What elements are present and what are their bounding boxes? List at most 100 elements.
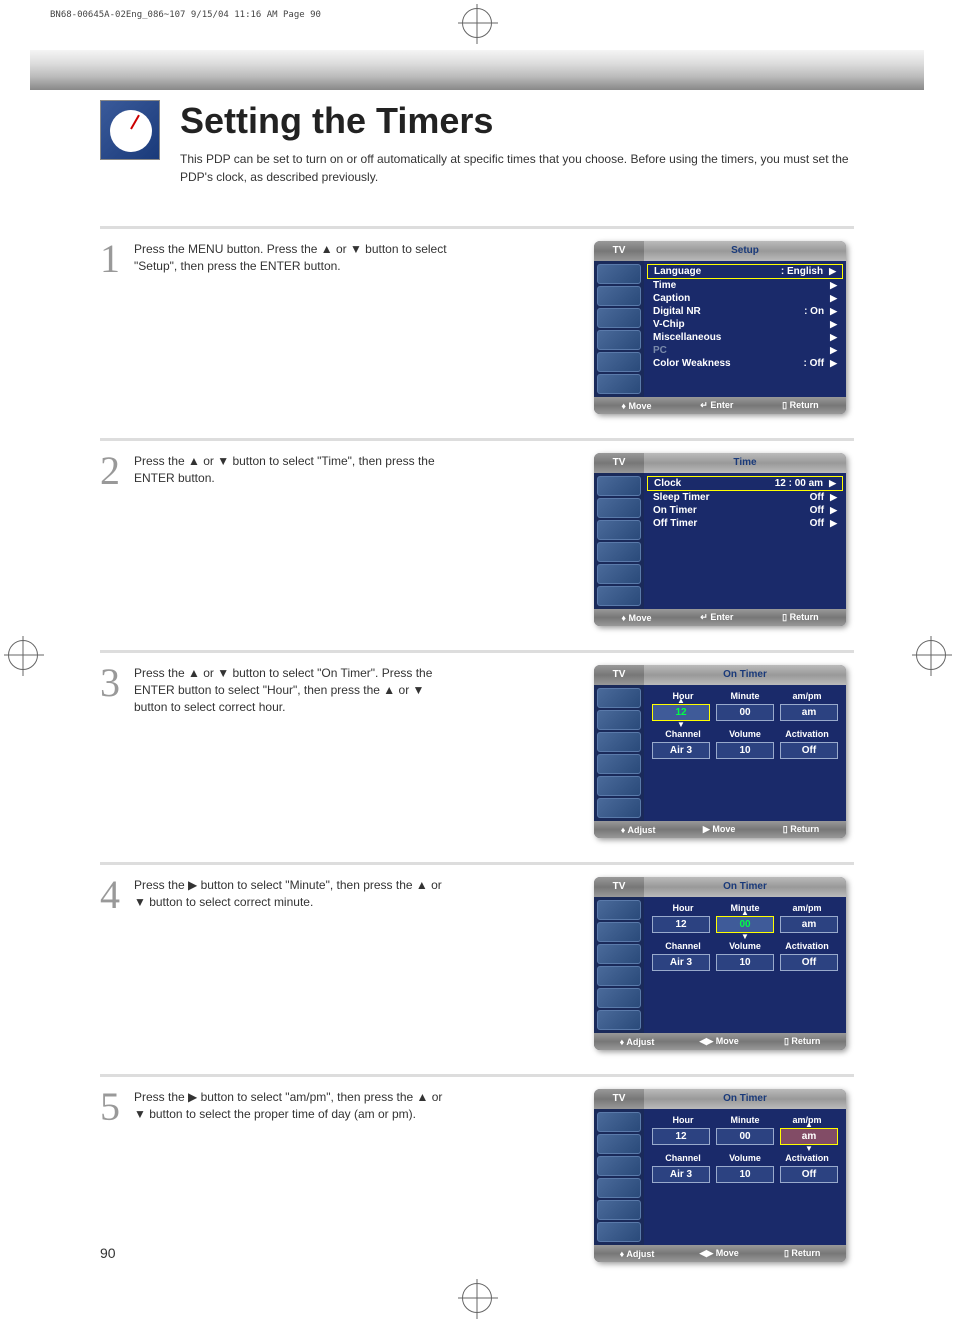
timer-value-box[interactable]: Air 3 xyxy=(652,954,710,971)
step-number: 2 xyxy=(100,453,128,626)
timer-value-box[interactable]: 12 xyxy=(652,1128,710,1145)
footer-return: ▯ Return xyxy=(782,400,818,411)
timer-value-box[interactable]: Air 3 xyxy=(652,742,710,759)
osd-title: On Timer xyxy=(644,1089,846,1109)
timer-labels-row: ChannelVolumeActivation xyxy=(652,941,838,951)
osd-panel: TVOn Timer HourMinuteam/pm 1200am▲▼ Chan… xyxy=(594,1089,846,1262)
osd-tab: TV xyxy=(594,453,644,473)
step-row: 1 Press the MENU button. Press the ▲ or … xyxy=(100,226,854,414)
timer-value-box[interactable]: Off xyxy=(780,954,838,971)
category-icon xyxy=(597,944,641,964)
category-icon xyxy=(597,688,641,708)
category-icon xyxy=(597,586,641,606)
menu-value: 12 : 00 am xyxy=(775,478,823,489)
caret-down-icon: ▼ xyxy=(677,720,685,729)
footer-move: ♦ Move xyxy=(621,612,651,623)
osd-title: Time xyxy=(644,453,846,473)
category-icon xyxy=(597,732,641,752)
timer-label: Minute xyxy=(714,1115,776,1125)
step-text: Press the ▲ or ▼ button to select "Time"… xyxy=(134,453,454,626)
timer-value-box[interactable]: am xyxy=(780,704,838,721)
caret-up-icon: ▲ xyxy=(805,1120,813,1129)
category-icon xyxy=(597,1222,641,1242)
menu-label: V-Chip xyxy=(653,319,685,330)
timer-value-box[interactable]: am xyxy=(780,1128,838,1145)
page-number: 90 xyxy=(100,1245,116,1261)
osd-footer: ♦ Adjust ◀▶ Move ▯ Return xyxy=(594,1033,846,1050)
timer-value-box[interactable]: 12 xyxy=(652,704,710,721)
caret-up-icon: ▲ xyxy=(677,696,685,705)
timer-label: Channel xyxy=(652,1153,714,1163)
step-screenshot: TVOn Timer HourMinuteam/pm 1200▲▼am Chan… xyxy=(594,877,854,1050)
page-title: Setting the Timers xyxy=(180,100,854,142)
timer-label: Activation xyxy=(776,1153,838,1163)
osd-sidebar xyxy=(594,473,644,609)
menu-label: Clock xyxy=(654,478,681,489)
step-text: Press the ▲ or ▼ button to select "On Ti… xyxy=(134,665,454,838)
footer-return: ▯ Return xyxy=(782,612,818,623)
clock-icon xyxy=(100,100,160,160)
timer-value-box[interactable]: 00 xyxy=(716,916,774,933)
menu-row[interactable]: Off TimerOff▶ xyxy=(647,517,843,530)
category-icon xyxy=(597,374,641,394)
category-icon xyxy=(597,1112,641,1132)
menu-row[interactable]: Digital NR: On▶ xyxy=(647,305,843,318)
menu-row[interactable]: Time▶ xyxy=(647,279,843,292)
timer-value-box[interactable]: 10 xyxy=(716,1166,774,1183)
step-row: 5 Press the ▶ button to select "am/pm", … xyxy=(100,1074,854,1262)
timer-value-box[interactable]: am xyxy=(780,916,838,933)
timer-value-box[interactable]: Off xyxy=(780,742,838,759)
osd-main: Clock12 : 00 am▶Sleep TimerOff▶On TimerO… xyxy=(644,473,846,609)
menu-label: PC xyxy=(653,345,667,356)
category-icon xyxy=(597,798,641,818)
timer-value-box[interactable]: Air 3 xyxy=(652,1166,710,1183)
category-icon xyxy=(597,1178,641,1198)
category-icon xyxy=(597,542,641,562)
footer-move: ◀▶ Move xyxy=(699,1248,738,1259)
menu-label: Sleep Timer xyxy=(653,492,710,503)
timer-value-box[interactable]: 00 xyxy=(716,704,774,721)
menu-row[interactable]: Color Weakness: Off▶ xyxy=(647,357,843,370)
menu-label: Time xyxy=(653,280,676,291)
menu-row[interactable]: Sleep TimerOff▶ xyxy=(647,491,843,504)
menu-row[interactable]: V-Chip▶ xyxy=(647,318,843,331)
menu-row[interactable]: Miscellaneous▶ xyxy=(647,331,843,344)
osd-title: Setup xyxy=(644,241,846,261)
timer-value-box[interactable]: 10 xyxy=(716,954,774,971)
timer-value-box[interactable]: 12 xyxy=(652,916,710,933)
osd-title: On Timer xyxy=(644,665,846,685)
timer-value-box[interactable]: 00 xyxy=(716,1128,774,1145)
category-icon xyxy=(597,1200,641,1220)
menu-row[interactable]: PC▶ xyxy=(647,344,843,357)
step-row: 2 Press the ▲ or ▼ button to select "Tim… xyxy=(100,438,854,626)
timer-value-box[interactable]: 10 xyxy=(716,742,774,759)
menu-row[interactable]: Clock12 : 00 am▶ xyxy=(647,476,843,491)
caret-up-icon: ▲ xyxy=(741,908,749,917)
menu-row[interactable]: On TimerOff▶ xyxy=(647,504,843,517)
menu-row[interactable]: Language : English ▶ xyxy=(647,264,843,279)
chevron-right-icon: ▶ xyxy=(829,266,836,277)
timer-labels-row: ChannelVolumeActivation xyxy=(652,729,838,739)
category-icon xyxy=(597,352,641,372)
osd-panel: TVTime Clock12 : 00 am▶Sleep TimerOff▶On… xyxy=(594,453,846,626)
osd-panel: TVOn Timer HourMinuteam/pm 1200▲▼am Chan… xyxy=(594,877,846,1050)
menu-value: Off xyxy=(810,492,824,503)
step-row: 4 Press the ▶ button to select "Minute",… xyxy=(100,862,854,1050)
osd-sidebar xyxy=(594,261,644,397)
category-icon xyxy=(597,1156,641,1176)
osd-main: Language: English▶Time▶Caption▶Digital N… xyxy=(644,261,846,397)
category-icon xyxy=(597,988,641,1008)
caret-down-icon: ▼ xyxy=(741,932,749,941)
step-number: 4 xyxy=(100,877,128,1050)
registration-mark xyxy=(462,8,492,38)
category-icon xyxy=(597,476,641,496)
timer-value-box[interactable]: Off xyxy=(780,1166,838,1183)
osd-footer: ♦ Adjust ◀▶ Move ▯ Return xyxy=(594,1245,846,1262)
osd-sidebar xyxy=(594,1109,644,1245)
chevron-right-icon: ▶ xyxy=(830,358,837,369)
menu-value: : English xyxy=(781,266,823,277)
osd-panel: TVSetup Language: English▶Time▶Caption▶D… xyxy=(594,241,846,414)
category-icon xyxy=(597,1134,641,1154)
menu-label: Language xyxy=(654,266,701,277)
menu-row[interactable]: Caption▶ xyxy=(647,292,843,305)
